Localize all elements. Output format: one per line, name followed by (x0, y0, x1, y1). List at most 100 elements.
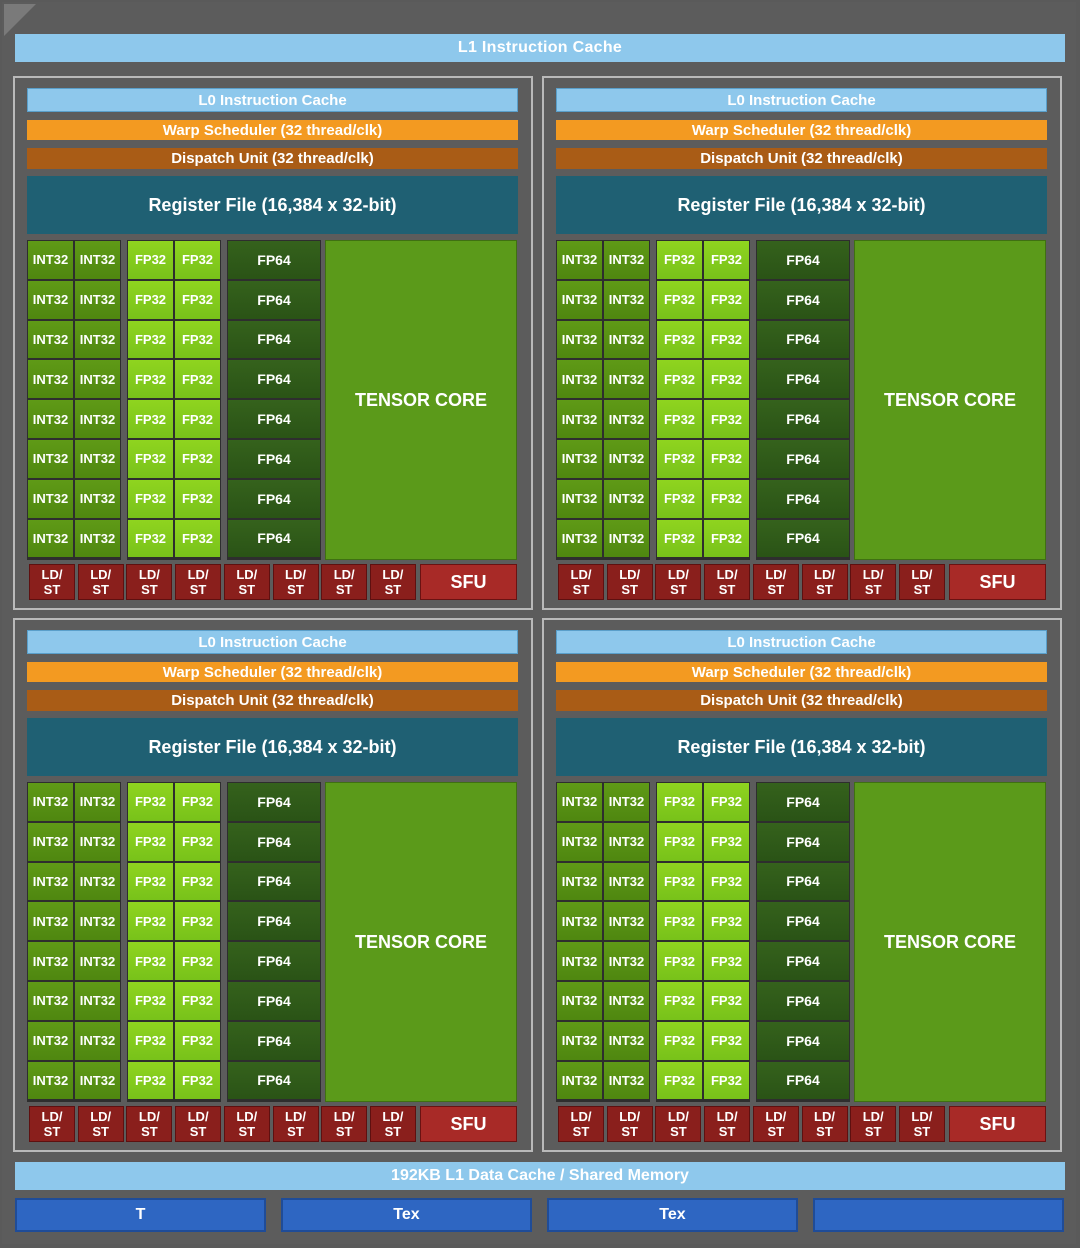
tensor-core: TENSOR CORE (325, 782, 517, 1102)
fp64-core: FP64 (228, 822, 320, 861)
fp32-core: FP32 (704, 982, 749, 1020)
fp64-core: FP64 (228, 440, 320, 478)
int32-core: INT32 (28, 942, 73, 980)
ld-st-unit: LD/ ST (272, 564, 319, 600)
int32-core: INT32 (75, 400, 120, 438)
fp64-core: FP64 (228, 280, 320, 319)
int32-core: INT32 (557, 902, 602, 941)
fp32-core: FP32 (175, 1061, 220, 1100)
fp32-core: FP32 (128, 400, 173, 438)
sfu-unit: SFU (420, 564, 517, 600)
int32-core: INT32 (557, 862, 602, 901)
int32-core: INT32 (75, 440, 120, 478)
ld-st-unit: LD/ ST (77, 1106, 124, 1142)
ld-st-unit: LD/ ST (321, 564, 368, 600)
fp32-core: FP32 (175, 862, 220, 901)
fp64-core: FP64 (757, 280, 849, 319)
fp64-core: FP64 (228, 519, 320, 558)
fp32-core: FP32 (128, 1021, 173, 1060)
fp32-core: FP32 (704, 360, 749, 399)
int32-core: INT32 (28, 440, 73, 478)
warp-scheduler: Warp Scheduler (32 thread/clk) (27, 120, 518, 140)
int32-core: INT32 (604, 1021, 649, 1060)
int32-core: INT32 (28, 280, 73, 319)
fp32-core: FP32 (175, 519, 220, 558)
fp64-core: FP64 (757, 360, 849, 399)
fp32-core: FP32 (128, 982, 173, 1020)
ld-st-unit: LD/ ST (77, 564, 124, 600)
int32-core: INT32 (604, 1061, 649, 1100)
fp64-core: FP64 (228, 1021, 320, 1060)
fp32-core: FP32 (175, 479, 220, 518)
int32-core: INT32 (75, 942, 120, 980)
fp32-core: FP32 (657, 783, 702, 821)
ld-st-unit: LD/ ST (801, 1106, 848, 1142)
int32-core: INT32 (557, 400, 602, 438)
int32-core: INT32 (75, 982, 120, 1020)
ld-st-unit: LD/ ST (606, 564, 653, 600)
fp32-core: FP32 (657, 241, 702, 279)
fp32-core: FP32 (657, 982, 702, 1020)
int32-core: INT32 (75, 241, 120, 279)
ld-st-unit: LD/ ST (126, 564, 173, 600)
fp64-core: FP64 (757, 400, 849, 438)
l0-instruction-cache: L0 Instruction Cache (556, 88, 1047, 112)
fp32-core: FP32 (657, 942, 702, 980)
l1-data-cache-shared-memory: 192KB L1 Data Cache / Shared Memory (15, 1162, 1065, 1190)
int32-core: INT32 (28, 400, 73, 438)
int32-core: INT32 (28, 822, 73, 861)
ld-st-unit: LD/ ST (655, 1106, 702, 1142)
int32-core: INT32 (557, 982, 602, 1020)
int32-core: INT32 (28, 519, 73, 558)
int32-core: INT32 (557, 440, 602, 478)
fp32-core: FP32 (128, 280, 173, 319)
fp32-core: FP32 (704, 783, 749, 821)
fp64-core: FP64 (228, 982, 320, 1020)
int32-core: INT32 (28, 902, 73, 941)
warp-scheduler: Warp Scheduler (32 thread/clk) (27, 662, 518, 682)
int32-core: INT32 (557, 822, 602, 861)
fp32-core: FP32 (175, 783, 220, 821)
fp32-core: FP32 (704, 942, 749, 980)
sm-diagram-frame: L1 Instruction Cache L0 Instruction Cach… (2, 2, 1076, 1244)
ld-st-unit: LD/ ST (223, 564, 270, 600)
fp32-core: FP32 (657, 280, 702, 319)
fp32-core: FP32 (704, 519, 749, 558)
fp32-core: FP32 (175, 982, 220, 1020)
int32-core: INT32 (557, 479, 602, 518)
int32-core: INT32 (604, 822, 649, 861)
fp32-core: FP32 (657, 902, 702, 941)
int32-core: INT32 (557, 1021, 602, 1060)
register-file: Register File (16,384 x 32-bit) (27, 176, 518, 234)
ld-st-unit: LD/ ST (126, 1106, 173, 1142)
fp32-core: FP32 (657, 360, 702, 399)
fp64-core: FP64 (228, 862, 320, 901)
sfu-unit: SFU (949, 564, 1046, 600)
fp64-core: FP64 (228, 320, 320, 359)
fp32-core: FP32 (128, 862, 173, 901)
int32-core: INT32 (28, 1061, 73, 1100)
fp32-core: FP32 (657, 320, 702, 359)
ld-st-unit: LD/ ST (850, 1106, 897, 1142)
dispatch-unit: Dispatch Unit (32 thread/clk) (556, 690, 1047, 711)
int32-core: INT32 (75, 360, 120, 399)
tensor-core: TENSOR CORE (854, 782, 1046, 1102)
tensor-core: TENSOR CORE (325, 240, 517, 560)
ld-st-unit: LD/ ST (558, 1106, 604, 1142)
int32-core: INT32 (28, 360, 73, 399)
fp32-core: FP32 (657, 1061, 702, 1100)
ld-st-unit: LD/ ST (223, 1106, 270, 1142)
fp32-core: FP32 (128, 440, 173, 478)
fp64-core: FP64 (228, 902, 320, 941)
int32-core: INT32 (604, 902, 649, 941)
fp32-core: FP32 (704, 1021, 749, 1060)
int32-core: INT32 (28, 862, 73, 901)
int32-core: INT32 (557, 320, 602, 359)
ld-st-unit: LD/ ST (558, 564, 604, 600)
int32-core: INT32 (604, 241, 649, 279)
fp32-core: FP32 (704, 440, 749, 478)
fp32-core: FP32 (128, 241, 173, 279)
sm-partition-4: L0 Instruction Cache Warp Scheduler (32 t… (542, 618, 1062, 1152)
fp32-core: FP32 (175, 822, 220, 861)
fp32-core: FP32 (704, 479, 749, 518)
